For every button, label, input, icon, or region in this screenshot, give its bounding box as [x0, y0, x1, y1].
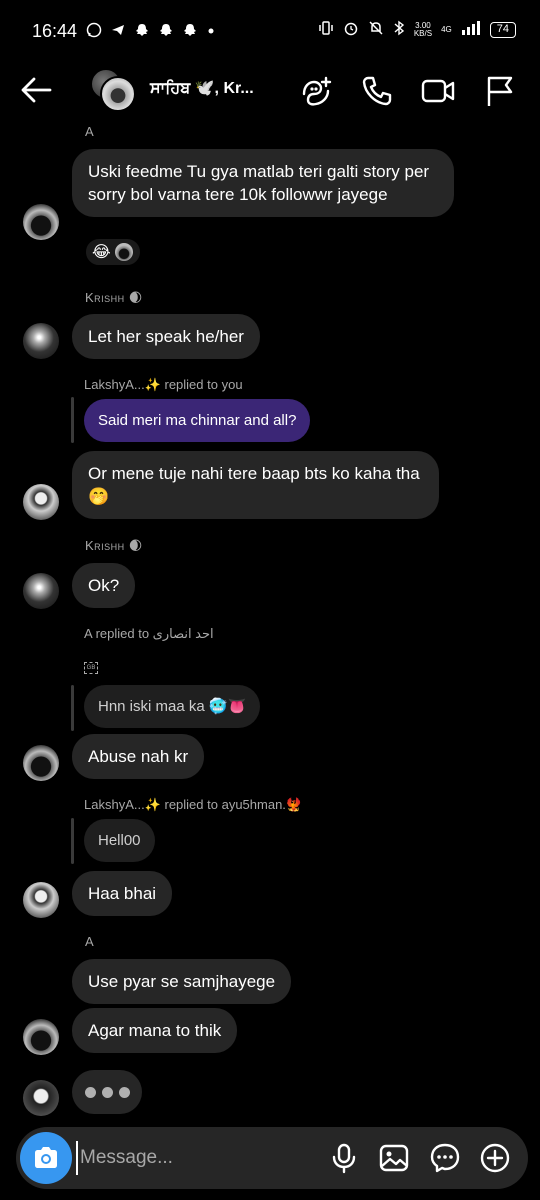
snapchat-icon [182, 22, 198, 42]
status-bar: 16:44 3.00 KB/S 4G 74 [0, 0, 540, 62]
system-icons: 3.00 KB/S 4G 74 [318, 20, 516, 39]
mute-icon [368, 20, 384, 39]
image-placeholder-icon: GB [84, 662, 98, 674]
group-avatar[interactable] [90, 68, 136, 114]
avatar[interactable] [23, 204, 59, 240]
whatsapp-icon [86, 22, 102, 42]
sender-name: A [85, 124, 94, 139]
more-options-button[interactable] [479, 1142, 511, 1174]
reply-bar [71, 685, 74, 731]
reply-bar [71, 818, 74, 864]
reply-label: A replied to احد انصاری [84, 626, 214, 641]
reply-label: LakshyA...✨ replied to you [84, 377, 243, 392]
message-bubble[interactable]: Use pyar se samjhayege [72, 959, 292, 1004]
typing-dot [118, 1086, 130, 1098]
message-bubble[interactable]: Uski feedme Tu gya matlab teri galti sto… [72, 149, 454, 217]
video-icon [421, 79, 455, 103]
sticker-chat-icon [430, 1143, 460, 1173]
gallery-button[interactable] [378, 1142, 410, 1174]
report-button[interactable] [484, 74, 518, 108]
message-bubble[interactable]: Ok? [72, 563, 136, 608]
chat-title[interactable]: ਸਾਹਿਬ 🕊️, Kr... [150, 78, 254, 98]
battery-indicator: 74 [489, 21, 516, 38]
add-people-icon [302, 76, 332, 106]
camera-button[interactable] [20, 1132, 72, 1184]
sender-name: Krishh 🌒 [85, 290, 143, 305]
network-speed-unit: KB/S [413, 28, 433, 38]
alarm-icon [343, 20, 359, 39]
avatar[interactable] [23, 573, 59, 609]
avatar[interactable] [23, 882, 59, 918]
sender-name: A [85, 934, 94, 949]
notification-icons [86, 22, 216, 42]
vibrate-icon [318, 20, 334, 39]
dot-icon [206, 22, 216, 42]
message-composer [16, 1127, 528, 1189]
reply-label: LakshyA...✨ replied to ayu5hman.🐦‍🔥 [84, 797, 303, 812]
message-bubble[interactable]: Or mene tuje nahi tere baap bts ko kaha … [72, 451, 439, 519]
phone-icon [362, 76, 392, 106]
quoted-message[interactable]: Hnn iski maa ka 🥶👅 [84, 685, 261, 728]
message-bubble[interactable]: Abuse nah kr [72, 734, 205, 779]
reaction-emoji: 😂 [92, 244, 111, 261]
avatar[interactable] [23, 1080, 59, 1116]
bluetooth-icon [393, 20, 405, 39]
plus-icon [480, 1143, 510, 1173]
message-input[interactable] [76, 1141, 316, 1175]
snapchat-icon [134, 22, 150, 42]
add-people-button[interactable] [300, 74, 334, 108]
avatar[interactable] [23, 745, 59, 781]
back-arrow-icon [21, 77, 52, 103]
message-bubble[interactable]: Haa bhai [72, 871, 173, 916]
back-button[interactable] [18, 74, 54, 106]
signal-icon [461, 20, 481, 39]
camera-icon [35, 1147, 57, 1168]
reply-bar [71, 397, 74, 443]
microphone-icon [332, 1143, 356, 1174]
chat-header: ਸਾਹਿਬ 🕊️, Kr... [0, 62, 540, 120]
voice-message-button[interactable] [328, 1142, 360, 1174]
status-time: 16:44 [32, 21, 78, 41]
reactor-avatar [114, 243, 133, 261]
typing-dot [101, 1086, 113, 1098]
telegram-icon [110, 22, 126, 42]
typing-dot [84, 1086, 96, 1098]
image-icon [379, 1144, 409, 1172]
message-bubble[interactable]: Let her speak he/her [72, 314, 260, 359]
message-reactions[interactable]: 😂 [84, 237, 142, 267]
call-button[interactable] [360, 74, 394, 108]
message-bubble[interactable]: Agar mana to thik [72, 1008, 238, 1053]
snapchat-icon [158, 22, 174, 42]
flag-icon [487, 76, 513, 106]
avatar[interactable] [23, 323, 59, 359]
typing-indicator [72, 1070, 142, 1114]
network-type: 4G [441, 24, 452, 34]
network-speed: 3.00 KB/S [413, 21, 433, 38]
message-thread[interactable]: A Uski feedme Tu gya matlab teri galti s… [0, 120, 540, 1120]
quoted-message[interactable]: Said meri ma chinnar and all? [84, 399, 311, 442]
avatar[interactable] [23, 484, 59, 520]
avatar[interactable] [23, 1019, 59, 1055]
sender-name: Krishh 🌒 [85, 538, 143, 553]
group-avatar-front [100, 76, 136, 112]
sticker-button[interactable] [429, 1142, 461, 1174]
quoted-message[interactable]: Hell00 [84, 819, 155, 862]
video-call-button[interactable] [420, 74, 455, 108]
